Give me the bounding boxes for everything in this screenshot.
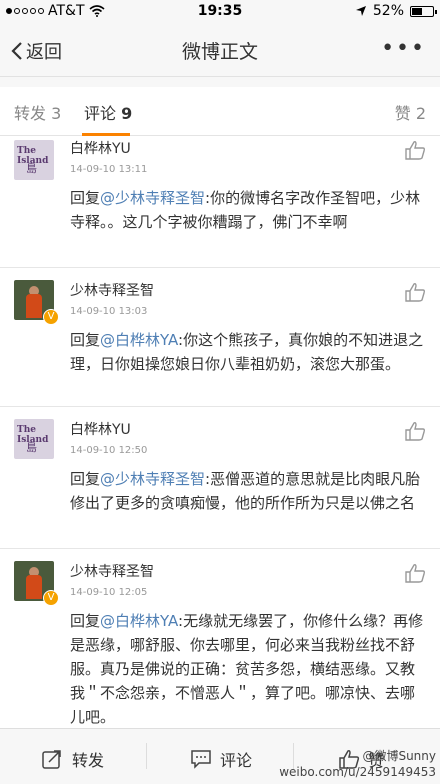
tab-comments[interactable]: 评论 9: [84, 100, 132, 124]
comment-button[interactable]: 评论: [190, 747, 252, 771]
tab-label: 转发: [14, 104, 47, 123]
comment-time: 14-09-10 13:03: [70, 306, 148, 317]
repost-label: 转发: [72, 751, 105, 770]
reply-prefix: 回复: [70, 612, 101, 630]
more-options-button[interactable]: •••: [381, 38, 426, 60]
comment-time: 14-09-10 13:11: [70, 164, 148, 175]
mention-link[interactable]: @少林寺释圣智: [100, 470, 205, 488]
divider: [146, 743, 147, 769]
comment-username[interactable]: 白桦林YU: [70, 138, 131, 158]
thumbs-up-icon[interactable]: [404, 421, 426, 441]
comment-item[interactable]: The Island 島 白桦林YU 14-09-10 13:11 回复@少林寺释…: [0, 136, 440, 268]
mention-link[interactable]: @少林寺释圣智: [100, 189, 205, 207]
thumbs-up-icon[interactable]: [404, 282, 426, 302]
watermark-handle: @微博Sunny: [362, 749, 436, 763]
tab-count: 3: [51, 104, 62, 123]
mention-link[interactable]: @白桦林YA: [100, 331, 178, 349]
comment-item[interactable]: The Island 島 白桦林YU 14-09-10 12:50 回复@少林寺释…: [0, 407, 440, 549]
battery-percent: 52%: [372, 3, 404, 19]
avatar[interactable]: The Island 島: [14, 419, 54, 459]
status-bar: AT&T 19:35 52%: [0, 0, 440, 24]
comment-label: 评论: [220, 751, 253, 770]
tab-likes[interactable]: 赞 2: [395, 100, 426, 124]
comment-username[interactable]: 少林寺释圣智: [70, 561, 154, 581]
watermark: @微博Sunny weibo.com/u/2459149453: [279, 748, 436, 780]
battery-level: [412, 7, 423, 15]
tab-label: 评论: [84, 104, 117, 123]
reply-prefix: 回复: [70, 331, 101, 349]
tab-count: 9: [121, 104, 133, 123]
comment-icon: [191, 750, 211, 769]
repost-icon: [42, 750, 61, 769]
tab-bar: 转发 3 评论 9 赞 2: [0, 87, 440, 136]
location-arrow-icon: [355, 6, 366, 16]
comment-item[interactable]: V 少林寺释圣智 14-09-10 12:05 回复@白桦林YA:无缘就无缘罢了…: [0, 549, 440, 739]
battery-icon: [410, 5, 437, 17]
tab-label: 赞: [394, 104, 411, 123]
status-right: 52%: [355, 3, 437, 19]
tab-reposts[interactable]: 转发 3: [14, 100, 61, 124]
navigation-bar: 返回 微博正文 •••: [0, 24, 440, 77]
reply-prefix: 回复: [70, 470, 101, 488]
avatar[interactable]: The Island 島: [14, 140, 54, 180]
mention-link[interactable]: @白桦林YA: [100, 612, 178, 630]
tab-count: 2: [415, 104, 426, 123]
comment-username[interactable]: 少林寺释圣智: [70, 280, 154, 300]
thumbs-up-icon[interactable]: [404, 140, 426, 160]
comment-text: 回复@白桦林YA:你这个熊孩子，真你娘的不知进退之理，日你姐操您娘日你八辈祖奶奶…: [70, 328, 426, 376]
page-title: 微博正文: [181, 41, 258, 63]
verified-badge-icon: V: [43, 590, 59, 606]
comment-text: 回复@少林寺释圣智:恶僧恶道的意思就是比肉眼凡胎修出了更多的贪嗔痴慢，他的所作所…: [70, 467, 426, 515]
comment-item[interactable]: V 少林寺释圣智 14-09-10 13:03 回复@白桦林YA:你这个熊孩子，…: [0, 268, 440, 407]
comment-time: 14-09-10 12:05: [70, 587, 148, 598]
comment-time: 14-09-10 12:50: [70, 445, 148, 456]
bottom-action-bar: 转发 评论 赞 @微博Sunny weibo.com/u/2459149453: [0, 728, 440, 784]
comment-text: 回复@白桦林YA:无缘就无缘罢了，你修什么缘？再修是恶缘，哪舒服、你去哪里，何必…: [70, 609, 426, 729]
comment-username[interactable]: 白桦林YU: [70, 419, 131, 439]
reply-prefix: 回复: [70, 189, 101, 207]
verified-badge-icon: V: [43, 309, 59, 325]
thumbs-up-icon[interactable]: [404, 563, 426, 583]
comment-list: The Island 島 白桦林YU 14-09-10 13:11 回复@少林寺释…: [0, 136, 440, 739]
comment-text: 回复@少林寺释圣智:你的微博名字改作圣智吧，少林寺释。。这几个字被你糟蹋了，佛门…: [70, 186, 426, 234]
watermark-url: weibo.com/u/2459149453: [279, 765, 436, 779]
repost-button[interactable]: 转发: [42, 747, 104, 771]
